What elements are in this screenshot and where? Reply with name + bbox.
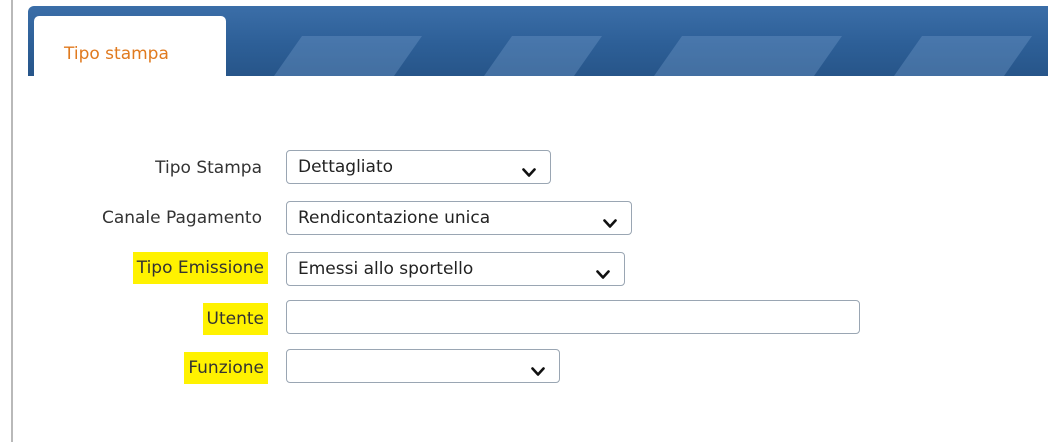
tipo-emissione-value: Emessi allo sportello <box>298 259 474 279</box>
tipo-emissione-select[interactable]: Emessi allo sportello <box>286 252 625 286</box>
funzione-label-text: Funzione <box>184 352 268 384</box>
tab-bar-decoration <box>653 36 843 76</box>
canale-pagamento-label: Canale Pagamento <box>101 208 262 228</box>
tipo-emissione-label: Tipo Emissione <box>132 252 268 284</box>
tab-bar-decoration <box>273 36 423 76</box>
chevron-down-icon <box>522 163 536 182</box>
utente-input[interactable] <box>286 300 860 334</box>
tab-bar: Tipo stampa <box>28 6 1048 76</box>
canale-pagamento-value: Rendicontazione unica <box>298 208 491 228</box>
tab-bar-decoration <box>893 36 1033 76</box>
tab-label: Tipo stampa <box>64 44 169 64</box>
chevron-down-icon <box>603 214 617 233</box>
chevron-down-icon <box>531 362 545 381</box>
funzione-select[interactable] <box>286 349 560 383</box>
utente-label: Utente <box>202 303 268 335</box>
utente-label-text: Utente <box>202 303 268 335</box>
tipo-stampa-value: Dettagliato <box>298 157 394 177</box>
tipo-emissione-label-text: Tipo Emissione <box>132 252 268 284</box>
tab-bar-decoration <box>483 36 603 76</box>
chevron-down-icon <box>596 265 610 284</box>
canale-pagamento-select[interactable]: Rendicontazione unica <box>286 201 632 235</box>
tab-tipo-stampa[interactable]: Tipo stampa <box>34 16 226 76</box>
tipo-stampa-label: Tipo Stampa <box>155 158 262 178</box>
funzione-label: Funzione <box>184 352 268 384</box>
tipo-stampa-select[interactable]: Dettagliato <box>286 150 551 184</box>
left-border <box>11 0 13 442</box>
